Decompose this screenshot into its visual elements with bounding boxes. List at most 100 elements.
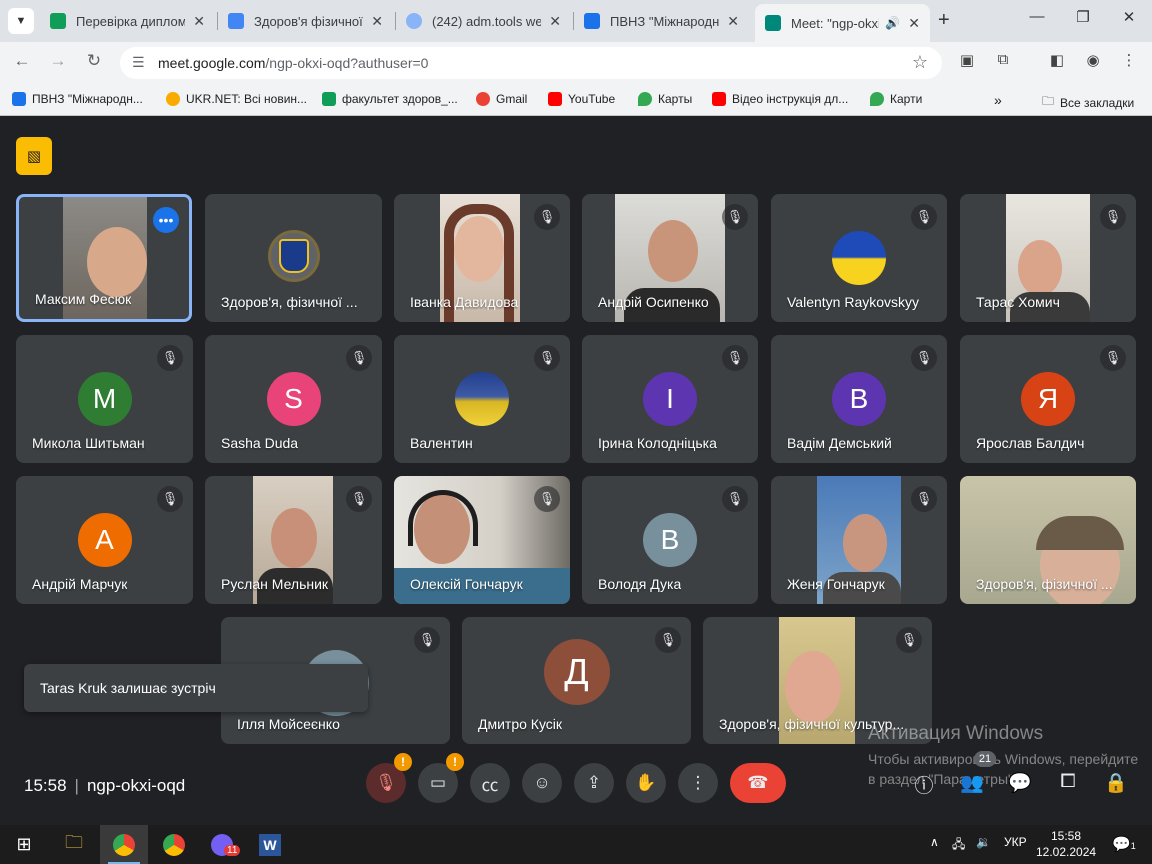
participant-tile[interactable]: 🎙 Валентин <box>394 335 570 463</box>
tab-title: ПВНЗ "Міжнародн <box>610 13 720 29</box>
all-bookmarks-folder[interactable]: 🗀 Все закладки <box>1042 92 1134 113</box>
people-icon[interactable]: 👥 <box>958 771 986 797</box>
tab-1[interactable]: Здоров'я фізичної к ✕ <box>218 6 393 36</box>
participant-tile[interactable]: 🎙 Руслан Мельник <box>205 476 382 604</box>
participant-tile[interactable]: М 🎙 Микола Шитьман <box>16 335 193 463</box>
host-controls-icon[interactable]: ▧ <box>16 137 52 175</box>
bookmark-item[interactable]: YouTube <box>548 92 615 106</box>
tab-0[interactable]: Перевірка дипломн ✕ <box>40 6 215 36</box>
present-screen-button[interactable]: ⇪ <box>574 763 614 803</box>
bookmark-item[interactable]: Карты <box>638 92 692 106</box>
close-tab-icon[interactable]: ✕ <box>193 13 205 30</box>
captions-icon: ㏄ <box>481 775 499 795</box>
network-icon[interactable]: 🖧 <box>952 835 965 856</box>
mic-off-icon: 🎙 <box>1100 204 1126 230</box>
face <box>87 227 147 297</box>
bookmark-item[interactable]: UKR.NET: Всі новин... <box>166 92 307 106</box>
extension-icon[interactable]: ▣ <box>954 51 980 75</box>
close-tab-icon[interactable]: ✕ <box>371 13 383 30</box>
avatar: А <box>77 513 132 567</box>
side-panel-icon[interactable]: ◧ <box>1044 51 1070 75</box>
close-tab-icon[interactable]: ✕ <box>549 13 561 30</box>
new-tab-button[interactable]: + <box>938 9 950 32</box>
bookmark-item[interactable]: Gmail <box>476 92 527 106</box>
participant-tile[interactable]: І 🎙 Ірина Колодніцька <box>582 335 758 463</box>
participant-tile[interactable]: 🎙 Олексій Гончарук <box>394 476 570 604</box>
url-text[interactable]: meet.google.com/ngp-okxi-oqd?authuser=0 <box>158 55 428 71</box>
participant-tile[interactable]: ••• Максим Фесюк <box>16 194 192 322</box>
participant-tile[interactable]: Здоров'я, фізичної ... <box>205 194 382 322</box>
tab-3[interactable]: ПВНЗ "Міжнародн ✕ <box>574 6 749 36</box>
chat-icon[interactable]: 💬 <box>1006 771 1034 797</box>
viber-icon[interactable]: 11 <box>198 825 246 864</box>
language-indicator[interactable]: УКР <box>1004 835 1027 849</box>
participant-tile[interactable]: В 🎙 Володя Дука <box>582 476 758 604</box>
bookmark-item[interactable]: факультет здоров_... <box>322 92 458 106</box>
host-controls-lock-icon[interactable]: 🔒 <box>1102 771 1130 797</box>
back-arrow-icon[interactable]: ← <box>9 51 35 75</box>
participant-tile[interactable]: S 🎙 Sasha Duda <box>205 335 382 463</box>
more-options-icon[interactable]: ••• <box>153 207 179 233</box>
show-hidden-icons[interactable]: ∧ <box>930 835 939 849</box>
system-clock[interactable]: 15:58 12.02.2024 <box>1036 828 1096 860</box>
close-tab-icon[interactable]: ✕ <box>727 13 739 30</box>
participant-tile[interactable]: Д 🎙 Дмитро Кусік <box>462 617 691 744</box>
participant-tile[interactable]: 🎙 Іванка Давидова <box>394 194 570 322</box>
more-bookmarks-icon[interactable]: » <box>994 92 1002 108</box>
participant-tile[interactable]: 🎙 Valentyn Raykovskyy <box>771 194 947 322</box>
drive-icon <box>228 13 244 29</box>
bookmark-item[interactable]: Карти <box>870 92 922 106</box>
avatar: В <box>643 513 697 567</box>
hang-up-icon: ☎ <box>747 773 769 792</box>
chrome-profile-icon[interactable] <box>150 825 198 864</box>
participant-tile[interactable]: А 🎙 Андрій Марчук <box>16 476 193 604</box>
profile-icon[interactable]: ◉ <box>1080 51 1106 75</box>
participant-tile[interactable]: 🎙 Андрій Осипенко <box>582 194 758 322</box>
puzzle-extensions-icon[interactable]: ⧉ <box>990 51 1016 75</box>
toggle-camera-button[interactable]: ▭ ! <box>418 753 464 803</box>
participant-name: Максим Фесюк <box>35 291 132 307</box>
site-settings-icon[interactable]: ☰ <box>132 54 145 71</box>
camera-off-icon: ▭ <box>429 773 447 792</box>
meeting-time: 15:58 <box>24 776 67 795</box>
minimize-icon[interactable]: — <box>1024 8 1050 25</box>
notifications-icon[interactable]: 💬1 <box>1112 835 1136 853</box>
participant-tile[interactable]: 🎙 Тарас Хомич <box>960 194 1136 322</box>
speaker-icon[interactable]: 🔊 <box>885 16 900 30</box>
participant-tile[interactable]: Здоров'я, фізичної ... <box>960 476 1136 604</box>
participant-name: Женя Гончарук <box>787 576 885 592</box>
close-tab-icon[interactable]: ✕ <box>908 15 920 32</box>
participant-tile[interactable]: В 🎙 Вадім Демський <box>771 335 947 463</box>
address-bar[interactable]: ☰ meet.google.com/ngp-okxi-oqd?authuser=… <box>120 47 942 79</box>
participant-tile[interactable]: 🎙 Женя Гончарук <box>771 476 947 604</box>
close-window-icon[interactable]: ✕ <box>1116 8 1142 26</box>
chrome-menu-icon[interactable]: ⋮ <box>1116 51 1142 75</box>
mic-off-icon: 🎙 <box>722 486 748 512</box>
word-icon[interactable]: W <box>246 825 294 864</box>
bookmark-item[interactable]: Відео інструкція дл... <box>712 92 848 106</box>
restore-icon[interactable]: ❐ <box>1070 8 1096 26</box>
reactions-button[interactable]: ☺ <box>522 763 562 803</box>
chrome-icon[interactable] <box>100 825 148 864</box>
activities-icon[interactable]: ⧠ <box>1054 771 1082 797</box>
participant-name: Valentyn Raykovskyy <box>787 294 920 310</box>
calendar-icon <box>12 92 26 106</box>
captions-button[interactable]: ㏄ <box>470 763 510 803</box>
volume-icon[interactable]: 🔉 <box>976 835 991 849</box>
tab-2[interactable]: (242) adm.tools web ✕ <box>396 6 571 36</box>
bookmark-item[interactable]: ПВНЗ "Міжнародн... <box>12 92 143 106</box>
more-options-button[interactable]: ⋮ <box>678 763 718 803</box>
bookmark-star-icon[interactable]: ☆ <box>912 52 928 73</box>
forward-arrow-icon[interactable]: → <box>45 51 71 75</box>
meeting-details-icon[interactable]: ⓘ <box>910 771 938 797</box>
tab-4-active[interactable]: Meet: "ngp-okxi 🔊 ✕ <box>755 4 930 42</box>
tab-search-button[interactable]: ▼ <box>8 8 34 34</box>
browser-toolbar: ← → ↻ ☰ meet.google.com/ngp-okxi-oqd?aut… <box>0 42 1152 84</box>
file-explorer-icon[interactable]: 🗀 <box>50 825 98 864</box>
participant-tile[interactable]: Я 🎙 Ярослав Балдич <box>960 335 1136 463</box>
raise-hand-button[interactable]: ✋ <box>626 763 666 803</box>
windows-start-icon[interactable]: ⊞ <box>0 825 48 864</box>
leave-call-button[interactable]: ☎ <box>730 763 786 803</box>
toggle-microphone-button[interactable]: 🎙 ! <box>366 753 412 803</box>
reload-icon[interactable]: ↻ <box>81 51 107 75</box>
